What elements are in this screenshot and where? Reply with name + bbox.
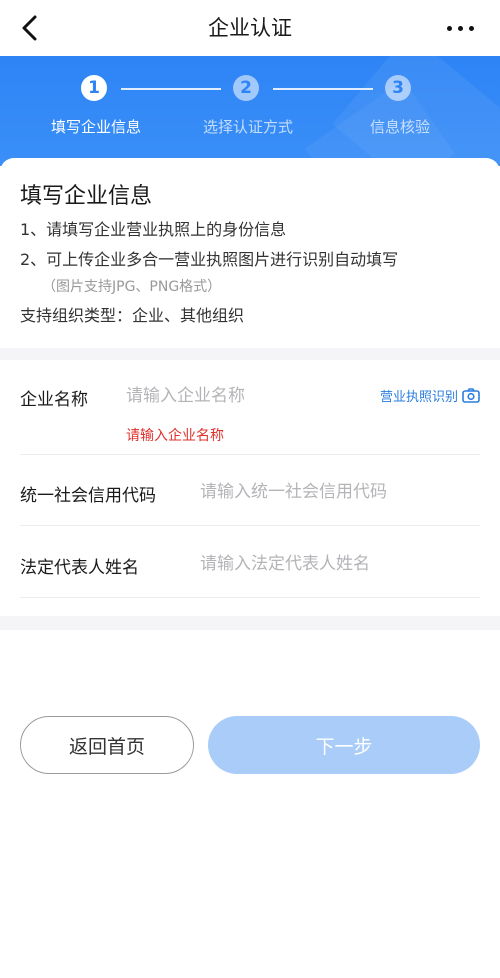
intro-line-2-note: （图片支持JPG、PNG格式） [42, 279, 222, 295]
step-connector [273, 88, 373, 90]
next-step-button[interactable]: 下一步 [208, 716, 480, 774]
page: 企业认证 1 2 3 填写企业信息 选择认证方式 信息核验 填写企业信息 1、请… [0, 0, 500, 978]
page-title: 企业认证 [208, 16, 292, 40]
step-2-label: 选择认证方式 [202, 118, 293, 136]
intro-line-1: 1、请填写企业营业执照上的身份信息 [20, 220, 287, 239]
step-2-circle: 2 [233, 75, 259, 101]
intro-card: 填写企业信息 1、请填写企业营业执照上的身份信息 2、可上传企业多合一营业执照图… [0, 158, 500, 348]
step-1-label: 填写企业信息 [50, 118, 141, 136]
divider [20, 525, 480, 526]
step-1-circle: 1 [81, 75, 107, 101]
more-button[interactable] [440, 14, 480, 42]
legal-rep-label: 法定代表人姓名 [20, 558, 139, 578]
step-3-circle: 3 [385, 75, 411, 101]
chevron-left-icon [22, 15, 37, 41]
step-connector [121, 88, 221, 90]
legal-rep-input[interactable] [200, 551, 470, 577]
back-button[interactable] [12, 10, 48, 46]
back-home-button[interactable]: 返回首页 [20, 716, 194, 774]
company-name-input[interactable] [126, 383, 346, 409]
more-dot [457, 25, 463, 31]
step-3-label: 信息核验 [369, 118, 430, 136]
nav-bar: 企业认证 [0, 0, 500, 56]
more-dots-icon [446, 25, 452, 31]
license-ocr-label: 营业执照识别 [379, 390, 458, 405]
divider [20, 597, 480, 598]
credit-code-label: 统一社会信用代码 [20, 486, 156, 506]
more-dot [468, 25, 474, 31]
camera-icon [462, 388, 480, 403]
stepper [0, 56, 500, 166]
license-ocr-button[interactable]: 营业执照识别 [380, 386, 480, 405]
intro-title: 填写企业信息 [20, 184, 153, 209]
section-gap [0, 616, 500, 630]
divider [20, 454, 480, 455]
intro-line-3: 支持组织类型：企业、其他组织 [20, 306, 245, 325]
section-gap [0, 348, 500, 360]
company-name-label: 企业名称 [20, 390, 88, 410]
credit-code-input[interactable] [200, 479, 470, 505]
company-name-error: 请输入企业名称 [126, 428, 224, 444]
intro-line-2: 2、可上传企业多合一营业执照图片进行识别自动填写 [20, 250, 399, 269]
